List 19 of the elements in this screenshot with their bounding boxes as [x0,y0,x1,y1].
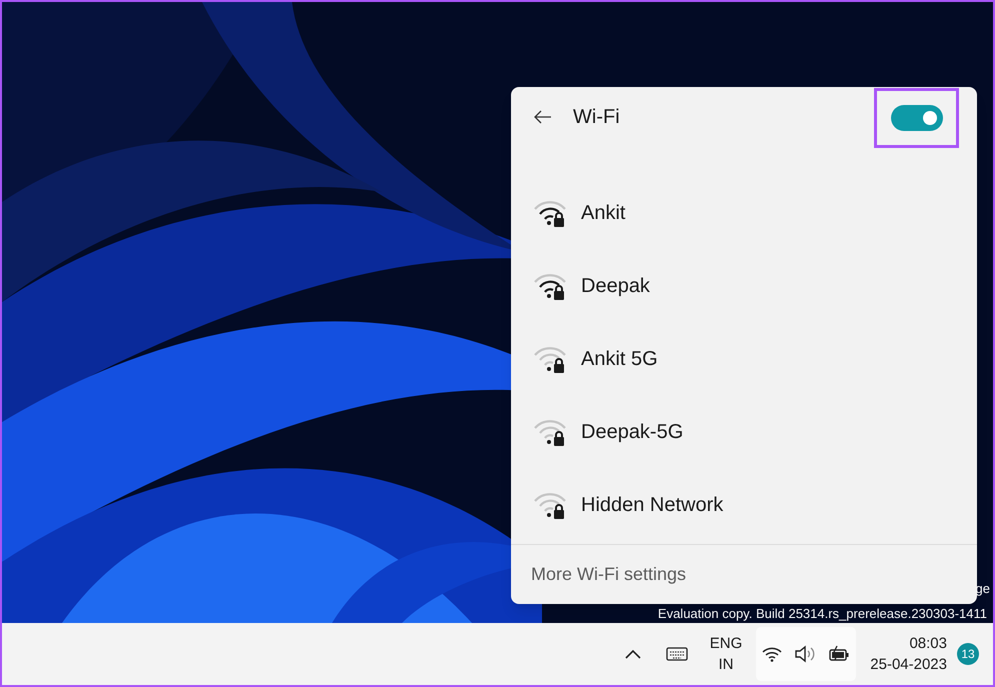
back-arrow-icon [534,110,552,124]
keyboard-icon[interactable] [666,647,688,661]
settings-link[interactable]: More Wi-Fi settings [531,561,686,588]
battery-charging-icon [828,645,850,663]
wifi-toggle[interactable] [890,105,942,131]
chevron-up-icon[interactable] [624,648,642,660]
network-item[interactable]: Deepak [511,249,977,322]
watermark-text: Evaluation copy. Build 25314.rs_prerelease.230303-1411 [658,606,987,622]
system-tray[interactable] [756,627,856,681]
clock[interactable]: 08:03 25-04-2023 [870,633,947,675]
network-item[interactable]: Hidden Network [511,468,977,541]
network-item[interactable]: Deepak-5G [511,395,977,468]
language-indicator[interactable]: ENG IN [710,633,742,675]
flyout-title: Wi-Fi [573,105,620,130]
volume-icon [794,645,816,663]
notification-badge[interactable]: 13 [957,643,979,665]
network-item[interactable]: Ankit [511,176,977,249]
network-item[interactable]: Ankit 5G [511,322,977,395]
wifi-icon [762,646,782,662]
